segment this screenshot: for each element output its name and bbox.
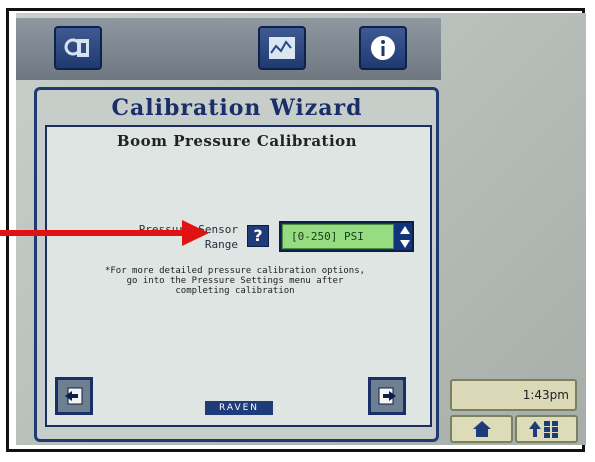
wizard-subtitle: Boom Pressure Calibration: [116, 132, 358, 150]
back-page-icon: [65, 387, 83, 405]
pressure-range-value[interactable]: [0-250] PSI: [282, 224, 394, 249]
home-icon: [472, 421, 491, 437]
graph-button[interactable]: [258, 26, 306, 70]
chevron-up-icon: [400, 226, 410, 234]
clock-display: 1:43pm: [450, 379, 577, 411]
note-line3: completing calibration: [175, 286, 295, 296]
note-line1: *For more detailed pressure calibration …: [104, 266, 366, 276]
raven-logo: RAVEN: [205, 401, 273, 415]
chevron-down-icon: [400, 240, 410, 248]
next-page-icon: [378, 387, 396, 405]
next-button[interactable]: [368, 377, 406, 415]
range-up-button[interactable]: [398, 224, 412, 236]
settings-tool-icon: [64, 38, 89, 57]
menu-button[interactable]: [515, 415, 578, 443]
setup-tool-button[interactable]: [54, 26, 102, 70]
info-button[interactable]: [359, 26, 407, 70]
info-icon: [371, 36, 395, 60]
annotation-arrow-head: [182, 220, 209, 246]
help-button[interactable]: ?: [247, 225, 269, 247]
graph-monitor-icon: [269, 37, 295, 59]
pressure-range-label: Pressure Sensor Range: [78, 222, 238, 252]
back-button[interactable]: [55, 377, 93, 415]
wizard-title: Calibration Wizard: [111, 95, 363, 121]
annotation-arrow-line: [0, 230, 190, 236]
home-button[interactable]: [450, 415, 513, 443]
calibration-note: *For more detailed pressure calibration …: [65, 266, 405, 296]
range-label-line2: Range: [204, 238, 238, 251]
arrow-grid-icon: [528, 421, 558, 438]
range-down-button[interactable]: [398, 238, 412, 250]
note-line2: go into the Pressure Settings menu after: [126, 276, 344, 286]
